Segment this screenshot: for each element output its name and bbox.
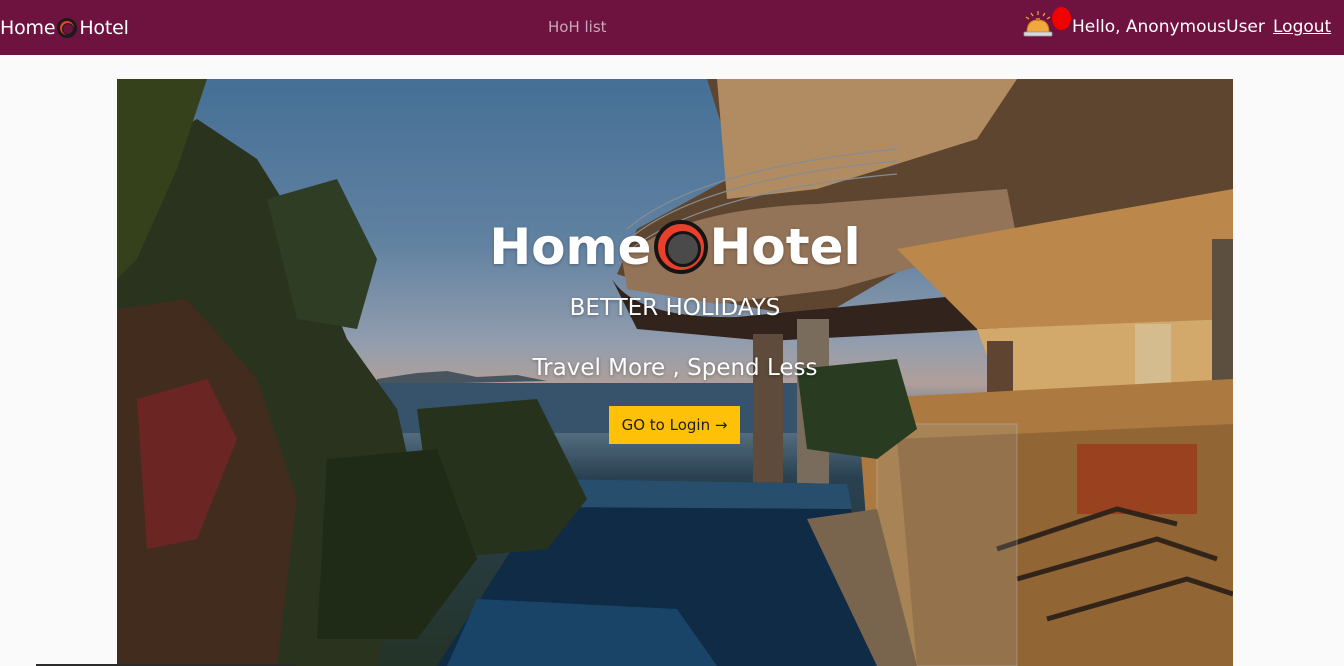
brand-text-home: Home [0,17,56,39]
logout-link[interactable]: Logout [1273,17,1331,37]
bell-icon[interactable] [1022,10,1054,38]
hero-slogan: Travel More , Spend Less [532,355,818,381]
hero-content: Home Hotel BETTER HOLIDAYS Travel More ,… [117,79,1233,666]
hero-tagline: BETTER HOLIDAYS [569,295,781,321]
brand-text-hotel: Hotel [79,17,129,39]
brand-logo-link[interactable]: Home Hotel [0,16,129,40]
notification-badge [1052,7,1071,30]
hero-ring-icon [653,220,708,274]
user-greeting: Hello, AnonymousUser [1072,17,1265,37]
go-to-login-button[interactable]: GO to Login → [609,406,740,444]
top-navbar: Home Hotel HoH list Hello, AnonymousUser… [0,0,1344,55]
hero-banner: Home Hotel BETTER HOLIDAYS Travel More ,… [117,79,1233,666]
hero-title-hotel: Hotel [709,218,861,276]
hero-title-home: Home [489,218,652,276]
nav-link-hoh-list[interactable]: HoH list [548,18,607,36]
brand-ring-icon [57,18,78,38]
hero-title: Home Hotel [117,218,1233,276]
